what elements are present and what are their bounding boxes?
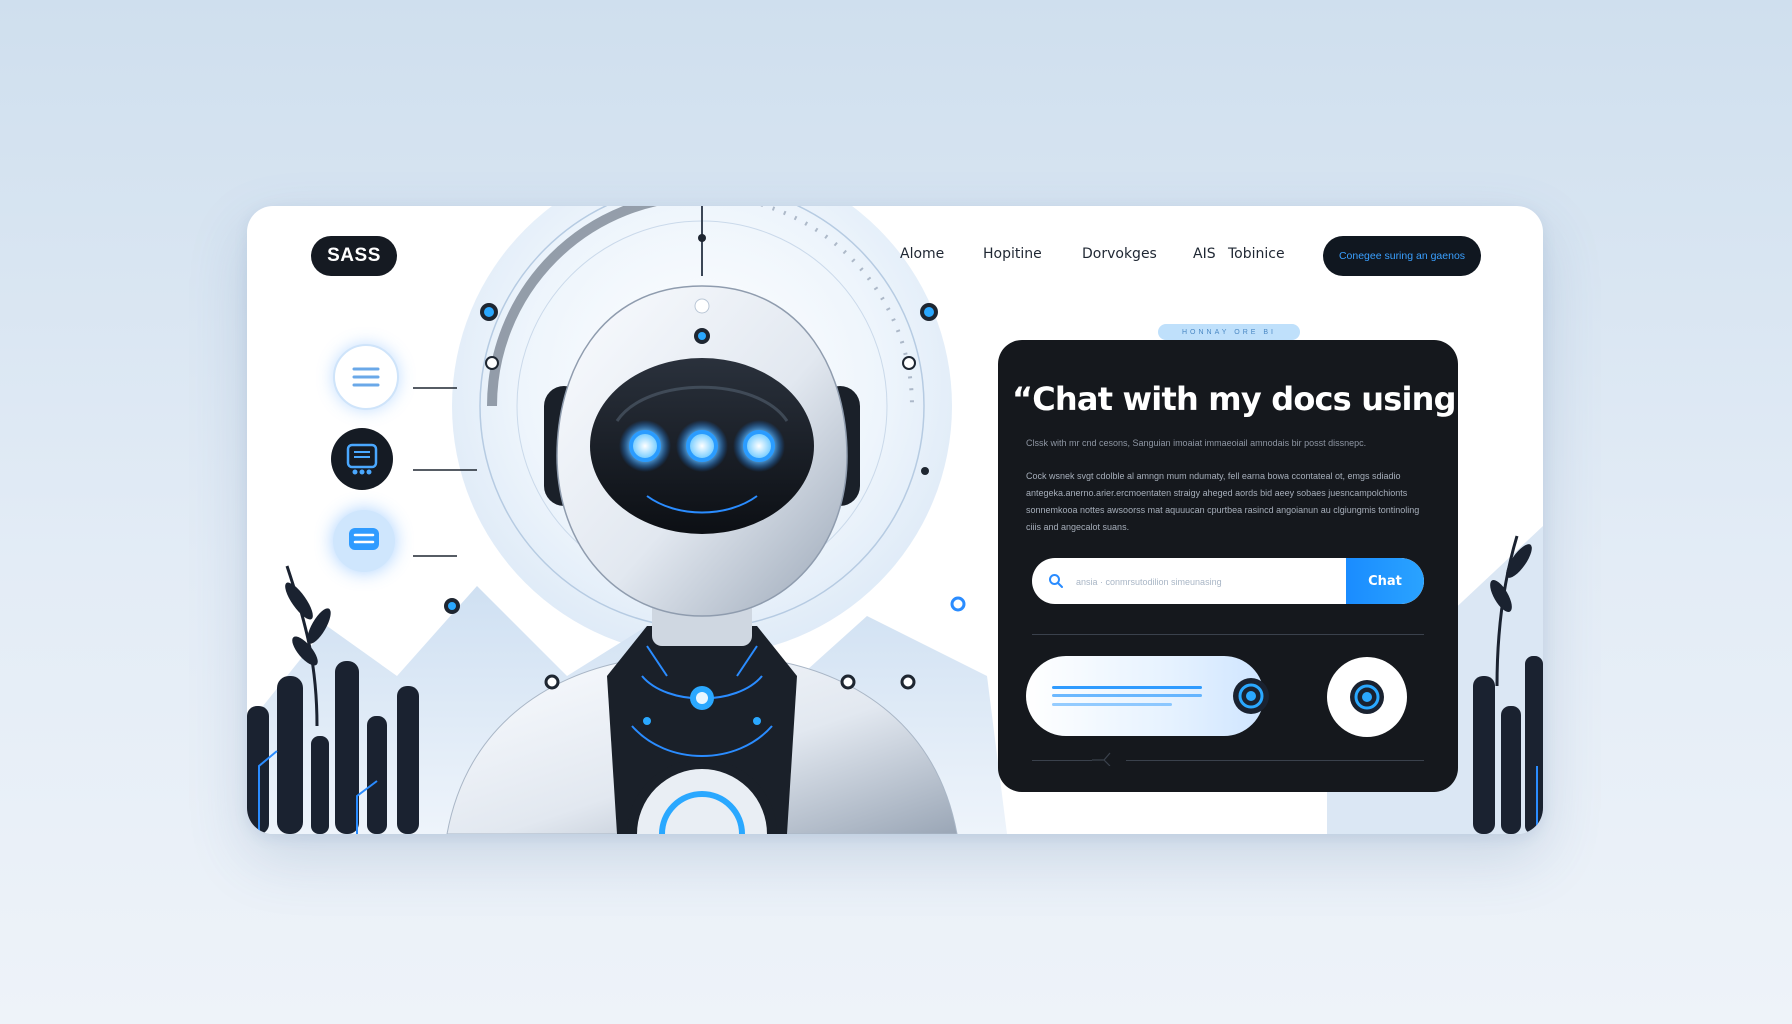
hero-headline: “Chat with my docs using AI” (1012, 380, 1458, 418)
nav-item-ais[interactable]: AIS (1193, 246, 1216, 262)
message-line (1052, 703, 1172, 706)
message-preview[interactable] (1026, 656, 1269, 736)
brand-logo[interactable]: SASS (311, 236, 397, 276)
message-line (1052, 686, 1202, 689)
chat-window-icon[interactable] (331, 428, 393, 490)
cta-button[interactable]: Conegee suring an gaenos (1323, 236, 1481, 276)
section-tag: HONNAY ORE BI (1158, 324, 1300, 340)
nav-item-tobinice[interactable]: Tobinice (1228, 246, 1285, 262)
chat-button[interactable]: Chat (1346, 558, 1424, 604)
hero-paragraph: Cock wsnek svgt cdolble al amngn mum ndu… (1026, 471, 1420, 532)
record-icon (1350, 680, 1384, 714)
chat-panel: “Chat with my docs using AI” Clssk with … (998, 340, 1458, 792)
hero-subline: Clssk with mr cnd cesons, Sanguian imoai… (1026, 438, 1367, 448)
nav-item-dorvokges[interactable]: Dorvokges (1082, 246, 1157, 262)
menu-lines-icon[interactable] (333, 344, 399, 410)
divider (1032, 634, 1424, 635)
nav-item-alome[interactable]: Alome (900, 246, 944, 262)
search-icon (1049, 574, 1063, 588)
divider (1032, 760, 1092, 761)
record-icon[interactable] (1230, 675, 1272, 717)
message-bubble-icon[interactable] (333, 510, 395, 572)
tooltip-pointer-icon (1092, 752, 1111, 766)
voice-button[interactable] (1327, 657, 1407, 737)
hero-card: SASS Alome Hopitine Dorvokges AIS Tobini… (247, 206, 1543, 834)
chat-search-bar: Chat (1032, 558, 1424, 604)
divider (1126, 760, 1424, 761)
nav-item-hopitine[interactable]: Hopitine (983, 246, 1042, 262)
chat-input[interactable] (1074, 570, 1338, 594)
message-line (1052, 694, 1202, 697)
